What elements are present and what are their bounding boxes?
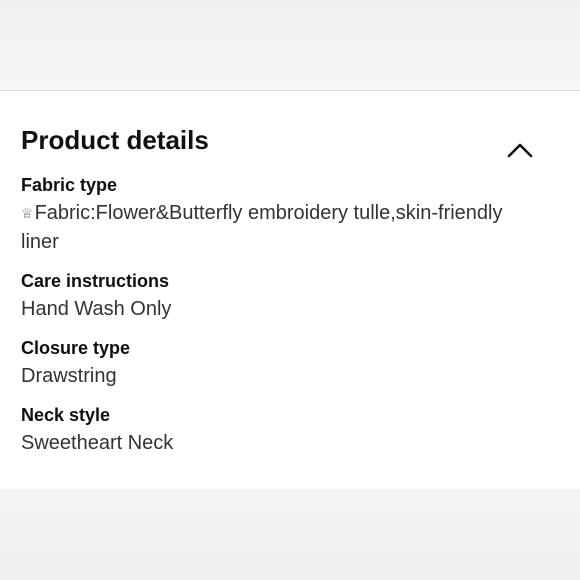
detail-label: Closure type: [21, 338, 131, 358]
detail-label: Fabric type: [21, 175, 118, 195]
chevron-up-icon: [507, 143, 533, 158]
product-details-list: Fabric type ♕Fabric:Flower&Butterfly emb…: [21, 173, 541, 470]
detail-value: Drawstring: [21, 365, 117, 387]
detail-label: Neck style: [21, 405, 111, 425]
detail-row-fabric-type: Fabric type ♕Fabric:Flower&Butterfly emb…: [21, 173, 541, 257]
bottom-background-band: [0, 489, 580, 580]
detail-value: Hand Wash Only: [21, 298, 172, 320]
detail-value-text: Fabric:Flower&Butterfly embroidery tulle…: [21, 202, 503, 253]
detail-value: Sweetheart Neck: [21, 432, 174, 454]
detail-row-neck-style: Neck style Sweetheart Neck: [21, 403, 541, 458]
detail-row-closure-type: Closure type Drawstring: [21, 336, 541, 391]
top-background-band: [0, 0, 580, 91]
detail-label: Care instructions: [21, 271, 170, 291]
detail-value: ♕Fabric:Flower&Butterfly embroidery tull…: [21, 199, 541, 257]
crown-icon: ♕: [21, 205, 34, 221]
section-title: Product details: [21, 125, 209, 155]
collapse-section-button[interactable]: [504, 136, 536, 164]
detail-row-care-instructions: Care instructions Hand Wash Only: [21, 269, 541, 324]
